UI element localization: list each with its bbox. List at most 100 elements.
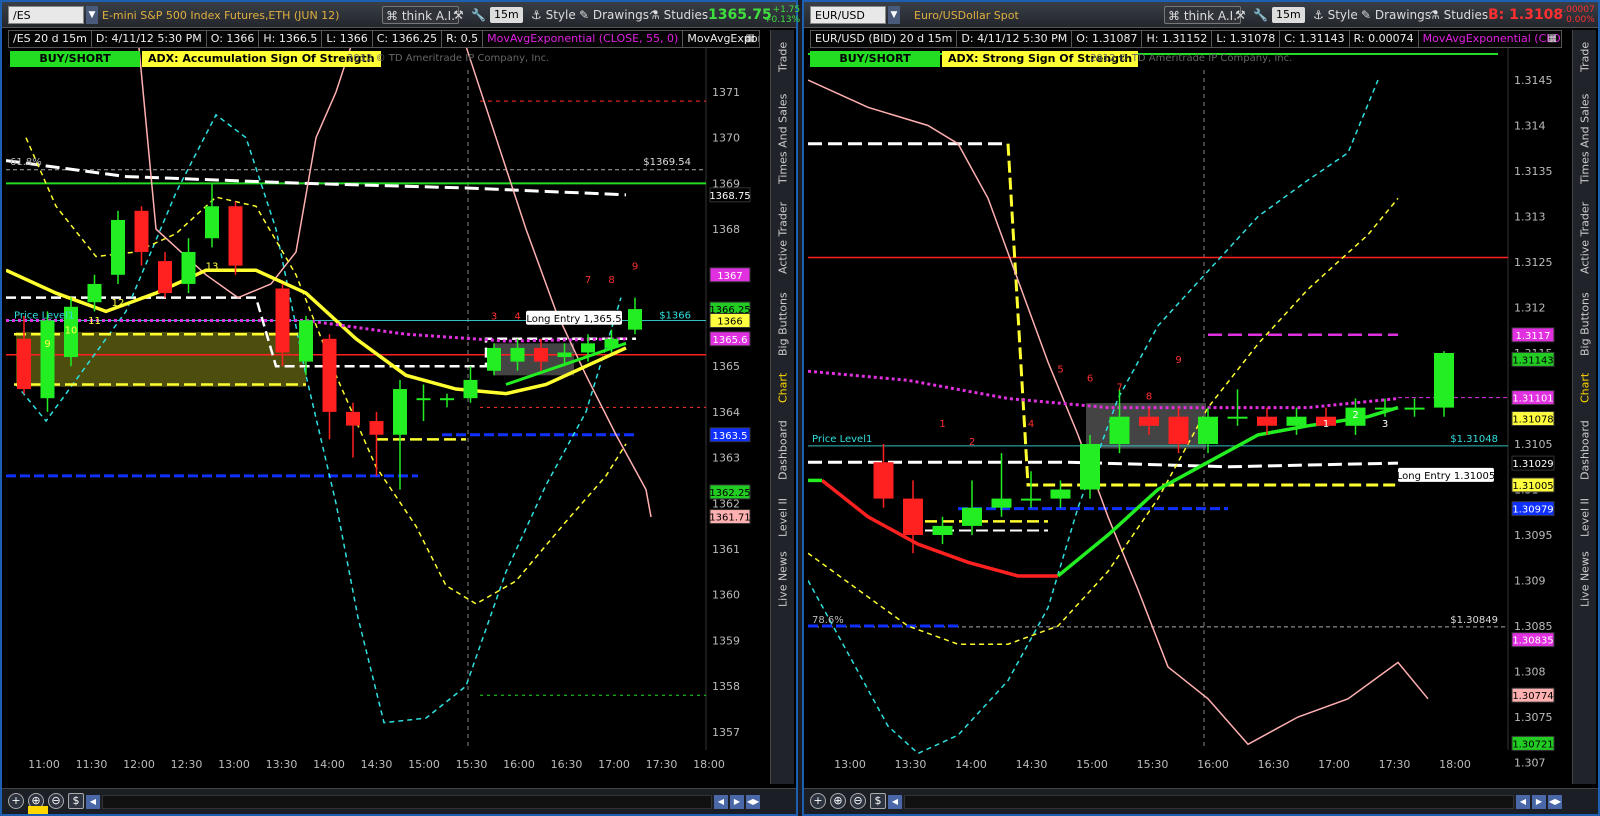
zoom-fit-icon[interactable]: +: [8, 793, 24, 809]
think-ai-label: think A.I.: [1183, 9, 1238, 23]
y-tick-label: 1371: [712, 86, 740, 99]
think-ai-button[interactable]: ⌘ think A.I.: [382, 6, 460, 24]
scroll-end-icon[interactable]: ▶: [730, 795, 744, 809]
sequence-count: 11: [88, 316, 101, 327]
scroll-right-icon[interactable]: ◀: [1516, 795, 1530, 809]
side-tab-chart[interactable]: Chart: [1575, 368, 1595, 408]
symbol-input[interactable]: EUR/USD: [810, 6, 886, 24]
y-tick-label: 1370: [712, 132, 740, 145]
chart-settings-icon[interactable]: ▦: [1545, 30, 1560, 48]
info-ma1[interactable]: MovAvgExponential (CLOSE, 55, 0): [482, 30, 683, 48]
style-button[interactable]: ⚓ Style: [528, 6, 579, 24]
chart-info-bar: /ES 20 d 15m D: 4/11/12 5:30 PM O: 1366 …: [8, 30, 760, 48]
side-tab-trade[interactable]: Trade: [773, 32, 793, 82]
think-ai-button[interactable]: ⌘ think A.I.: [1164, 6, 1242, 24]
chart-settings-icon[interactable]: ▦: [743, 30, 758, 48]
candle-body: [463, 379, 478, 399]
settings-icon[interactable]: ⚒: [1232, 6, 1249, 24]
long-entry-label: Long Entry 1.31005: [1397, 471, 1496, 482]
y-tick-label: 1.3145: [1514, 74, 1553, 87]
symbol-dropdown-icon[interactable]: ▼: [86, 6, 98, 24]
price-label: 1367: [717, 271, 742, 282]
x-tick-label: 15:00: [408, 758, 440, 771]
sequence-count: 4: [1028, 419, 1034, 430]
drawings-button[interactable]: ✎ Drawings: [1358, 6, 1434, 24]
scroll-right-icon[interactable]: ◀: [714, 795, 728, 809]
link-icon: ⌘: [386, 9, 402, 23]
style-button[interactable]: ⚓ Style: [1310, 6, 1361, 24]
change-pct: +0.13%: [764, 15, 801, 25]
x-tick-label: 17:00: [598, 758, 630, 771]
side-tab-big-buttons[interactable]: Big Buttons: [773, 282, 793, 366]
dollar-icon[interactable]: $: [68, 793, 84, 809]
price-chart-eurusd[interactable]: 1.31451.3141.31351.3131.31251.3121.31151…: [808, 30, 1558, 790]
y-tick-label: 1359: [712, 634, 740, 647]
symbol-dropdown-icon[interactable]: ▼: [888, 6, 900, 24]
scroll-end-icon[interactable]: ▶: [1532, 795, 1546, 809]
side-tab-live-news[interactable]: Live News: [1575, 544, 1595, 614]
style-icon: ⚓: [531, 8, 546, 22]
side-tab-chart[interactable]: Chart: [773, 368, 793, 408]
wrench-icon[interactable]: 🔧: [468, 6, 489, 24]
candle-body: [1050, 489, 1071, 499]
style-icon: ⚓: [1313, 8, 1328, 22]
candle-body: [416, 398, 431, 401]
x-tick-label: 14:30: [361, 758, 393, 771]
symbol-description: Euro/USDollar Spot: [914, 9, 1019, 22]
scroll-left-icon[interactable]: ◀: [86, 795, 100, 809]
time-scrollbar[interactable]: [102, 795, 712, 809]
studies-button[interactable]: ⚗ Studies: [1426, 6, 1491, 24]
x-tick-label: 15:00: [1076, 758, 1108, 771]
candle-body: [873, 462, 894, 499]
symbol-input[interactable]: /ES: [8, 6, 84, 24]
timeframe-selector[interactable]: 15m: [490, 7, 523, 23]
chart-bottom-bar: + ⊕ ⊖ $ ◀ ◀ ▶ ◀▶: [2, 788, 796, 814]
timeframe-selector[interactable]: 15m: [1272, 7, 1305, 23]
zoom-out-icon[interactable]: ⊖: [48, 793, 64, 809]
price-label: 1.31078: [1512, 415, 1553, 426]
side-tab-level-ii[interactable]: Level II: [773, 492, 793, 542]
price-chart-es[interactable]: 1371137013691368136713661365136413631362…: [6, 30, 756, 790]
fib-price-label: $1.30849: [1450, 615, 1498, 626]
studies-button[interactable]: ⚗ Studies: [646, 6, 711, 24]
x-tick-label: 17:30: [646, 758, 678, 771]
y-tick-label: 1.3085: [1514, 620, 1553, 633]
side-tab-bar: Trade Times And Sales Active Trader Big But…: [1572, 30, 1596, 784]
side-tab-trade[interactable]: Trade: [1575, 32, 1595, 82]
side-tab-active-trader[interactable]: Active Trader: [1575, 196, 1595, 280]
side-tab-times-and-sales[interactable]: Times And Sales: [773, 84, 793, 194]
zoom-in-icon[interactable]: ⊕: [830, 793, 846, 809]
side-tab-big-buttons[interactable]: Big Buttons: [1575, 282, 1595, 366]
x-tick-label: 13:00: [218, 758, 250, 771]
dollar-icon[interactable]: $: [870, 793, 886, 809]
ema-white-dashed: [6, 159, 627, 197]
price-label: 1361.71: [709, 513, 750, 524]
settings-icon[interactable]: ⚒: [450, 6, 467, 24]
side-tab-times-and-sales[interactable]: Times And Sales: [1575, 84, 1595, 194]
price-label: 1.31005: [1512, 481, 1553, 492]
side-tab-dashboard[interactable]: Dashboard: [773, 410, 793, 490]
resize-handle[interactable]: [28, 806, 48, 814]
candle-body: [487, 347, 501, 371]
price-level-label: Price Level1: [812, 434, 872, 445]
price-change: -.00007 0.00%: [1560, 5, 1595, 25]
wrench-icon[interactable]: 🔧: [1250, 6, 1271, 24]
pencil-icon: ✎: [1361, 8, 1375, 22]
side-tab-level-ii[interactable]: Level II: [1575, 492, 1595, 542]
expand-icon[interactable]: ◀▶: [1548, 795, 1562, 809]
candle-body: [581, 343, 595, 353]
link-icon: ⌘: [1168, 9, 1184, 23]
scroll-left-icon[interactable]: ◀: [888, 795, 902, 809]
candle-body: [40, 320, 55, 399]
side-tab-live-news[interactable]: Live News: [773, 544, 793, 614]
zoom-out-icon[interactable]: ⊖: [850, 793, 866, 809]
zoom-fit-icon[interactable]: +: [810, 793, 826, 809]
info-close: C: 1.31143: [1279, 30, 1349, 48]
info-ma1[interactable]: MovAvgExponential (CLOSE, 55, 0): [1417, 30, 1562, 48]
drawings-button[interactable]: ✎ Drawings: [576, 6, 652, 24]
side-tab-active-trader[interactable]: Active Trader: [773, 196, 793, 280]
expand-icon[interactable]: ◀▶: [746, 795, 760, 809]
sequence-count: 2: [1352, 410, 1358, 421]
time-scrollbar[interactable]: [904, 795, 1514, 809]
side-tab-dashboard[interactable]: Dashboard: [1575, 410, 1595, 490]
